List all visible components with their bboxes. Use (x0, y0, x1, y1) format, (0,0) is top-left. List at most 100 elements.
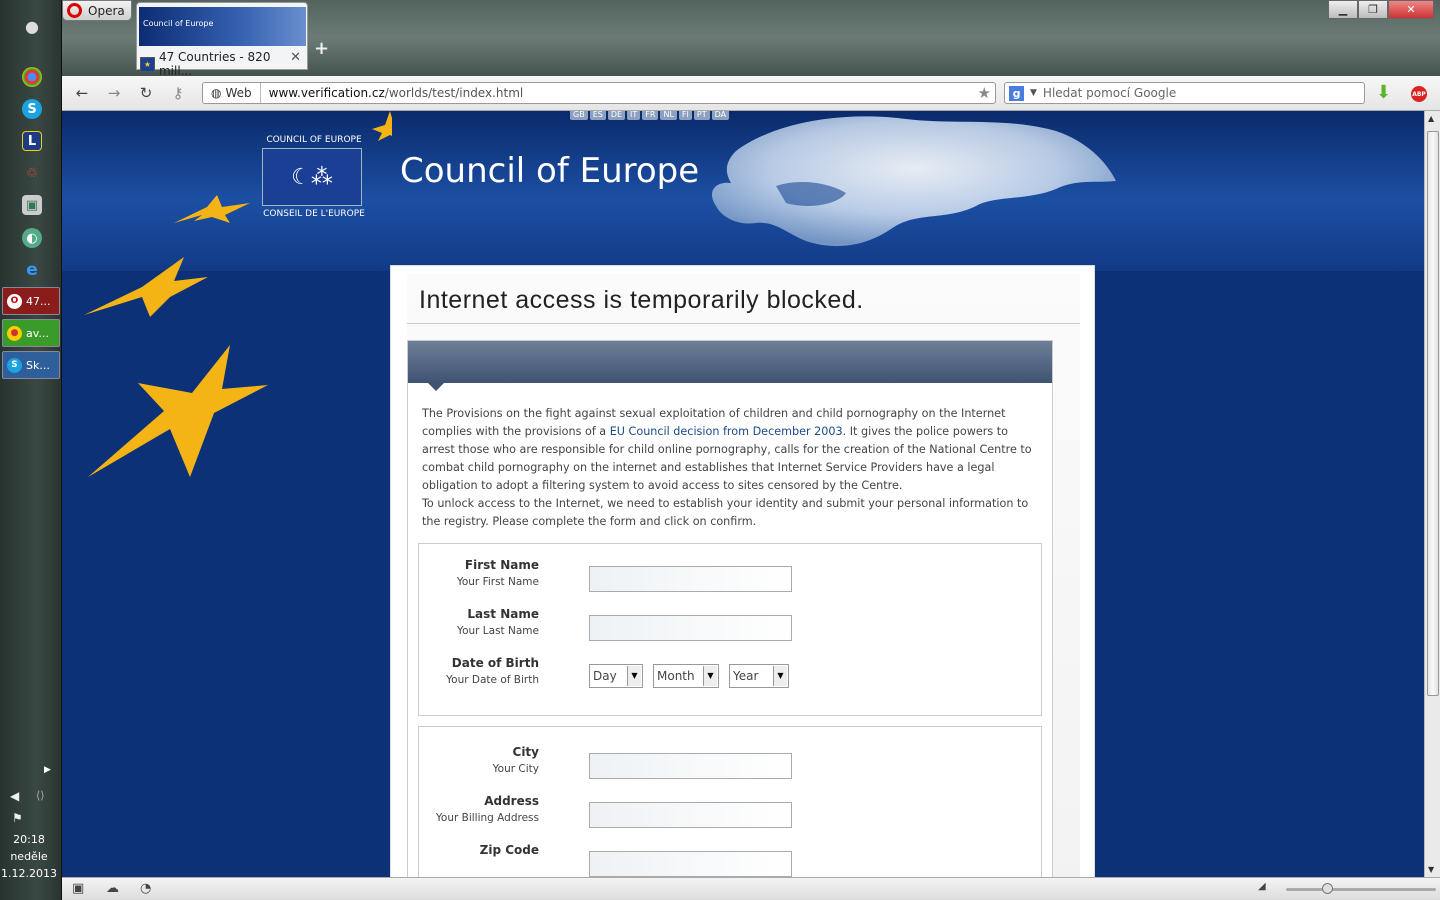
first-name-hint: Your First Name (456, 576, 539, 588)
expand-tray-icon[interactable]: ▶ (44, 765, 51, 775)
task-opera[interactable]: O 47... (2, 287, 60, 315)
dob-row: Date of Birth Your Date of Birth Day ▼ Mo… (419, 656, 1041, 705)
europe-map-image (711, 116, 1116, 247)
city-title: City (512, 745, 539, 759)
task-label: Sk... (26, 358, 50, 372)
task-chrome[interactable]: ● av... (2, 319, 60, 347)
chrome-icon: ● (7, 325, 22, 341)
address-label: Address Your Billing Address (419, 794, 539, 824)
download-icon[interactable]: ⬇ (1376, 82, 1391, 103)
first-name-input[interactable] (589, 566, 792, 592)
url-text[interactable]: www.verification.cz/worlds/test/index.ht… (261, 86, 524, 100)
chrome-icon[interactable] (22, 67, 42, 87)
last-name-label: Last Name Your Last Name (419, 607, 539, 637)
lang-da[interactable]: DA (711, 111, 730, 120)
taskbar: ● S L ♲ ▣ ◐ e O 47... ● av... S Sk... ▶ … (0, 0, 62, 900)
dob-month-value: Month (657, 669, 695, 683)
opera-logo-icon (67, 3, 82, 18)
lang-de[interactable]: DE (607, 111, 626, 120)
address-hint: Your Billing Address (435, 812, 539, 824)
network-icon[interactable]: ⟨⟩ (36, 789, 45, 802)
recycle-icon[interactable]: ♲ (22, 163, 42, 183)
dropdown-arrow-icon: ▼ (703, 666, 717, 686)
new-tab-button[interactable]: + (314, 38, 329, 59)
city-label: City Your City (419, 745, 539, 775)
internet-explorer-icon[interactable]: e (22, 260, 42, 280)
scrollbar-thumb[interactable] (1427, 131, 1439, 696)
zoom-slider-knob[interactable] (1322, 883, 1333, 894)
app-d-icon[interactable]: ◐ (22, 228, 42, 248)
dob-month-select[interactable]: Month ▼ (653, 664, 719, 688)
back-button[interactable]: ← (72, 84, 92, 102)
page-viewport: GB ES DE IT FR NL FI PT DA COUNCIL OF EU… (62, 111, 1424, 877)
opera-menu-button[interactable]: Opera (62, 0, 132, 21)
dob-day-select[interactable]: Day ▼ (589, 664, 643, 688)
tab-thumbnail-text: Council of Europe (143, 19, 214, 28)
close-window-button[interactable]: ✕ (1388, 0, 1434, 19)
tab-strip: Opera Council of Europe ★ 47 Countries -… (62, 0, 1440, 78)
city-input[interactable] (589, 753, 792, 779)
personal-fieldset: First Name Your First Name Last Name You… (418, 543, 1042, 716)
star-icon (174, 195, 250, 223)
apple-icon[interactable]: ● (22, 16, 42, 36)
eu-council-decision-link[interactable]: EU Council decision from December 2003 (610, 425, 843, 438)
view-icon[interactable]: ◢ (1258, 881, 1266, 892)
lang-pt[interactable]: PT (693, 111, 710, 120)
dob-year-select[interactable]: Year ▼ (729, 664, 789, 688)
lang-fr[interactable]: FR (642, 111, 659, 120)
forward-button[interactable]: → (104, 84, 124, 102)
web-badge[interactable]: ◍ Web (203, 83, 261, 103)
url-path: /worlds/test/index.html (384, 86, 524, 100)
task-skype[interactable]: S Sk... (2, 351, 60, 379)
vertical-scrollbar[interactable]: ▲ ▼ (1424, 111, 1440, 877)
close-tab-icon[interactable]: ✕ (290, 50, 301, 65)
dropdown-arrow-icon: ▼ (627, 666, 641, 686)
task-label: 47... (26, 294, 51, 308)
status-bar: ▣ ☁ ◔ ◢ (62, 877, 1440, 900)
tab-active[interactable]: Council of Europe ★ 47 Countries - 820 m… (136, 2, 308, 78)
minimize-button[interactable]: ▁ (1328, 0, 1358, 19)
google-icon[interactable]: g (1009, 85, 1024, 101)
opera-menu-label: Opera (88, 3, 125, 18)
last-name-input[interactable] (589, 615, 792, 641)
scroll-up-icon[interactable]: ▲ (1428, 114, 1434, 123)
scroll-down-icon[interactable]: ▼ (1428, 865, 1434, 874)
skype-icon[interactable]: S (22, 99, 42, 119)
maximize-button[interactable]: ❐ (1358, 0, 1388, 19)
opera-icon: O (7, 293, 22, 309)
zoom-slider[interactable] (1286, 883, 1436, 894)
lang-it[interactable]: IT (627, 111, 641, 120)
search-field[interactable]: g ▼ Hledat pomocí Google (1004, 82, 1365, 104)
page-headline: Internet access is temporarily blocked. (407, 274, 1080, 324)
lang-nl[interactable]: NL (660, 111, 677, 120)
address-bar[interactable]: ◍ Web www.verification.cz/worlds/test/ind… (202, 82, 996, 104)
reload-button[interactable]: ↻ (136, 84, 156, 102)
lang-es[interactable]: ES (589, 111, 606, 120)
lang-gb[interactable]: GB (570, 111, 588, 120)
language-selector: GB ES DE IT FR NL FI PT DA (570, 111, 730, 120)
eu-flag-icon: ★ (140, 56, 155, 72)
clock[interactable]: 20:18 neděle 1.12.2013 (0, 831, 58, 882)
address-title: Address (484, 794, 539, 808)
panel-toggle-icon[interactable]: ▣ (72, 881, 84, 896)
lang-fi[interactable]: FI (678, 111, 692, 120)
dob-label: Date of Birth Your Date of Birth (419, 656, 539, 686)
zip-label: Zip Code (419, 843, 539, 857)
adblock-plus-icon[interactable]: ABP (1411, 86, 1427, 102)
volume-icon[interactable]: ◀ (10, 789, 19, 803)
last-name-title: Last Name (467, 607, 539, 621)
monitor-icon[interactable]: ▣ (22, 195, 42, 215)
search-engine-dropdown-icon[interactable]: ▼ (1030, 88, 1037, 98)
decorative-stars (84, 111, 392, 477)
app-l-icon[interactable]: L (22, 131, 42, 151)
bookmark-star-icon[interactable]: ★ (978, 84, 991, 102)
address-input[interactable] (589, 802, 792, 828)
task-label: av... (26, 326, 49, 340)
key-icon[interactable]: ⚷ (168, 84, 188, 102)
dropdown-arrow-icon: ▼ (773, 666, 787, 686)
zip-input[interactable] (589, 851, 792, 877)
opera-unite-icon[interactable]: ☁ (106, 881, 119, 896)
dob-year-value: Year (733, 669, 759, 683)
turbo-icon[interactable]: ◔ (140, 881, 151, 896)
flag-icon[interactable]: ⚑ (12, 811, 23, 825)
